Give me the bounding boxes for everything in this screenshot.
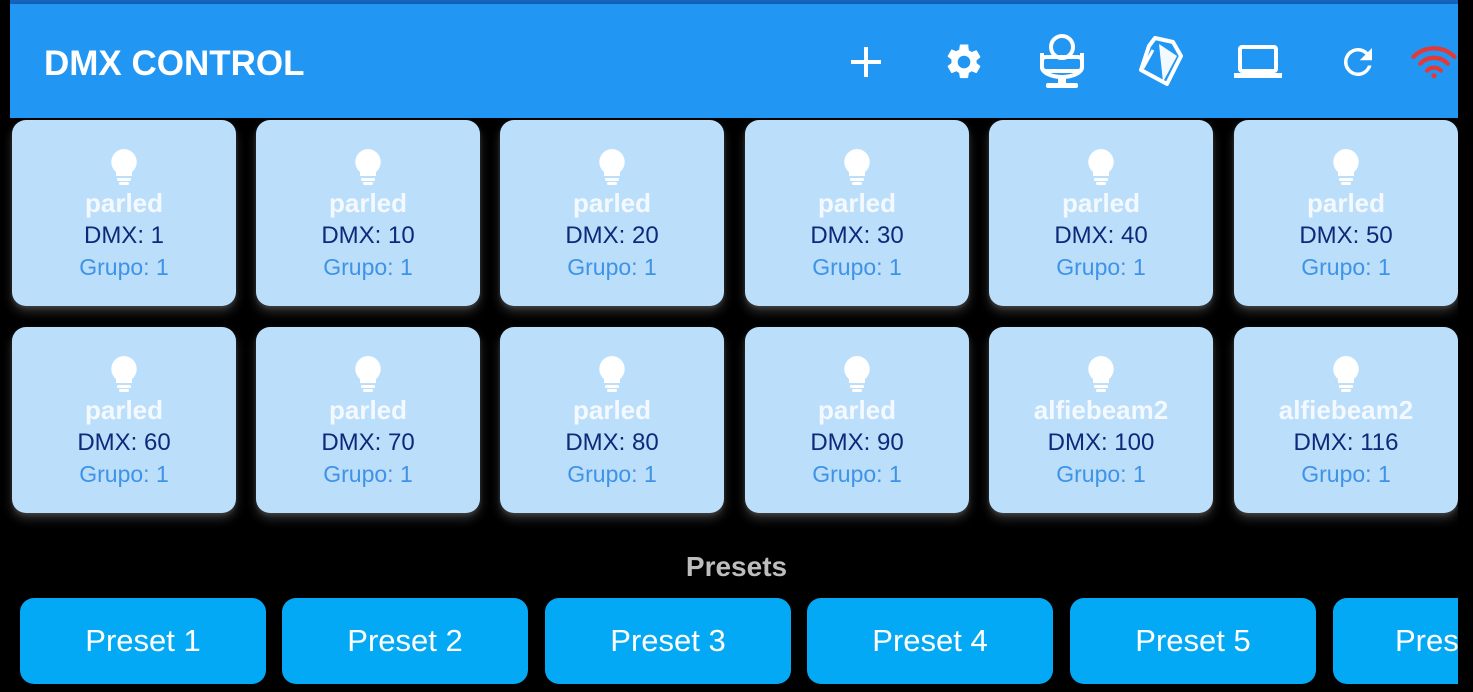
fixture-group: Grupo: 1: [1056, 254, 1146, 280]
preset-3-button[interactable]: Preset 3: [545, 598, 791, 684]
wifi-status-button[interactable]: [1410, 32, 1458, 92]
lightbulb-icon: [111, 356, 137, 392]
laptop-icon: [1234, 45, 1282, 78]
fixture-group: Grupo: 1: [567, 461, 657, 487]
fixture-name: parled: [572, 395, 652, 425]
lightbulb-icon: [1333, 149, 1359, 185]
lightbulb-icon: [111, 149, 137, 185]
lightbulb-icon: [844, 149, 870, 185]
fixture-group: Grupo: 1: [79, 254, 169, 280]
fixture-card[interactable]: parled DMX: 20 Grupo: 1: [500, 120, 724, 306]
gear-icon: [947, 44, 981, 79]
fixture-dmx-address: DMX: 80: [565, 429, 659, 456]
moving-head-icon: [1040, 34, 1084, 88]
fixture-group: Grupo: 1: [323, 254, 413, 280]
fixture-card[interactable]: parled DMX: 90 Grupo: 1: [745, 327, 969, 513]
fixture-name: alfiebeam2: [1033, 395, 1169, 425]
fixture-dmx-address: DMX: 20: [565, 222, 659, 249]
fixture-name: parled: [1061, 188, 1141, 218]
fixture-group: Grupo: 1: [79, 461, 169, 487]
fixture-card[interactable]: alfiebeam2 DMX: 116 Grupo: 1: [1234, 327, 1458, 513]
refresh-button[interactable]: [1328, 32, 1388, 92]
fixture-dmx-address: DMX: 50: [1299, 222, 1393, 249]
lightbulb-icon: [355, 149, 381, 185]
fixture-dmx-address: DMX: 10: [321, 222, 415, 249]
app-bar: DMX CONTROL: [10, 4, 1458, 118]
fixture-name: parled: [84, 188, 164, 218]
lightbulb-icon: [599, 149, 625, 185]
fixture-group: Grupo: 1: [1301, 461, 1391, 487]
fixture-group: Grupo: 1: [812, 461, 902, 487]
fixture-name: parled: [1306, 188, 1386, 218]
refresh-icon: [1343, 47, 1372, 76]
fixture-name: parled: [817, 395, 897, 425]
fixture-grid: parled DMX: 1 Grupo: 1 parled DMX: 10 Gr…: [10, 118, 1458, 518]
fixture-card[interactable]: parled DMX: 1 Grupo: 1: [12, 120, 236, 306]
preset-2-button[interactable]: Preset 2: [282, 598, 528, 684]
fixture-card[interactable]: parled DMX: 10 Grupo: 1: [256, 120, 480, 306]
preset-1-button[interactable]: Preset 1: [20, 598, 266, 684]
presets-heading: Presets: [685, 551, 788, 582]
fixture-group: Grupo: 1: [812, 254, 902, 280]
fixture-group: Grupo: 1: [567, 254, 657, 280]
lightbulb-icon: [1088, 149, 1114, 185]
fixture-dmx-address: DMX: 1: [83, 222, 164, 249]
app-bar-actions: [10, 32, 1458, 92]
fixture-dmx-address: DMX: 40: [1054, 222, 1148, 249]
lightbulb-icon: [844, 356, 870, 392]
spotlight-icon: [1139, 36, 1183, 86]
fixture-dmx-address: DMX: 100: [1047, 429, 1155, 456]
settings-button[interactable]: [934, 32, 994, 92]
fixture-dmx-address: DMX: 70: [321, 429, 415, 456]
lightbulb-icon: [599, 356, 625, 392]
fixture-dmx-address: DMX: 90: [810, 429, 904, 456]
fixture-name: parled: [572, 188, 652, 218]
add-fixture-button[interactable]: [836, 32, 896, 92]
fixture-card[interactable]: parled DMX: 30 Grupo: 1: [745, 120, 969, 306]
fixture-name: parled: [328, 395, 408, 425]
fixture-card[interactable]: alfiebeam2 DMX: 100 Grupo: 1: [989, 327, 1213, 513]
fixture-dmx-address: DMX: 116: [1293, 429, 1399, 456]
preset-5-button[interactable]: Preset 5: [1070, 598, 1316, 684]
preset-6-button[interactable]: Pres: [1333, 598, 1458, 684]
fixture-card[interactable]: parled DMX: 80 Grupo: 1: [500, 327, 724, 513]
fixture-dmx-address: DMX: 60: [77, 429, 171, 456]
lightbulb-icon: [1088, 356, 1114, 392]
preset-4-button[interactable]: Preset 4: [807, 598, 1053, 684]
fixture-group: Grupo: 1: [1301, 254, 1391, 280]
lightbulb-icon: [1333, 356, 1359, 392]
fixture-card[interactable]: parled DMX: 70 Grupo: 1: [256, 327, 480, 513]
fixture-name: parled: [328, 188, 408, 218]
spotlight-button[interactable]: [1130, 32, 1190, 92]
screen-edge: [1458, 0, 1473, 692]
moving-head-button[interactable]: [1032, 32, 1092, 92]
add-icon: [851, 47, 881, 77]
presets-row[interactable]: Preset 1 Preset 2 Preset 3 Preset 4 Pres…: [18, 598, 1458, 688]
fixture-card[interactable]: parled DMX: 50 Grupo: 1: [1234, 120, 1458, 306]
laptop-button[interactable]: [1228, 32, 1288, 92]
fixture-group: Grupo: 1: [1056, 461, 1146, 487]
lightbulb-icon: [355, 356, 381, 392]
fixture-name: parled: [84, 395, 164, 425]
fixture-name: alfiebeam2: [1278, 395, 1414, 425]
wifi-icon: [1411, 46, 1457, 79]
fixture-card[interactable]: parled DMX: 40 Grupo: 1: [989, 120, 1213, 306]
fixture-card[interactable]: parled DMX: 60 Grupo: 1: [12, 327, 236, 513]
fixture-group: Grupo: 1: [323, 461, 413, 487]
fixture-name: parled: [817, 188, 897, 218]
fixture-dmx-address: DMX: 30: [810, 222, 904, 249]
